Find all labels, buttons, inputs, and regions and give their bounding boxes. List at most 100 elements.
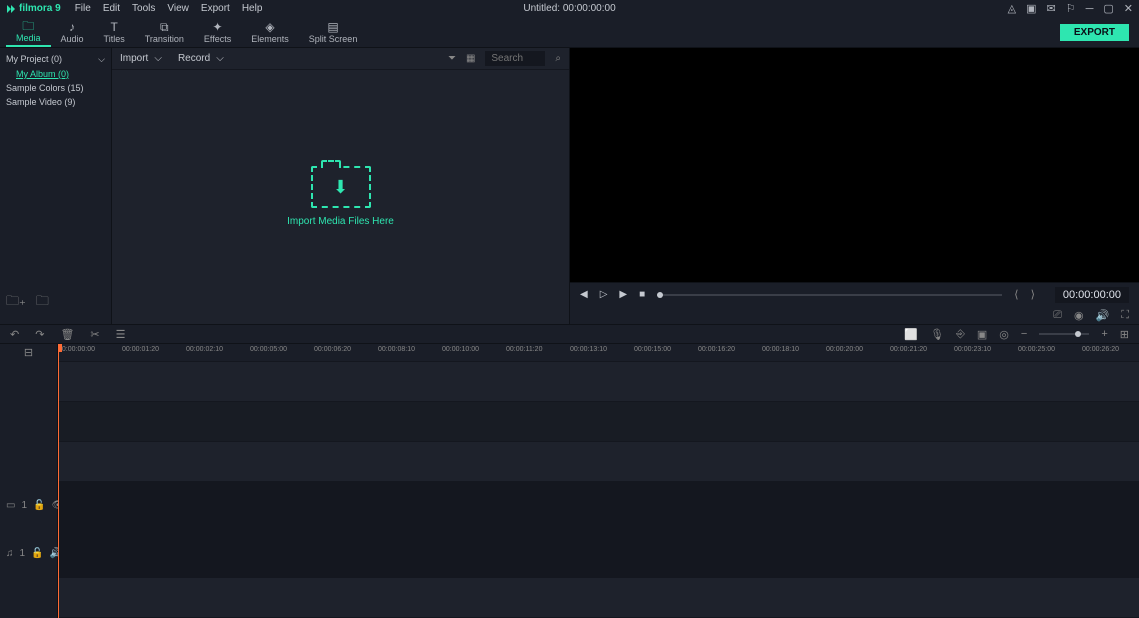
ruler-mark: 00:00:10:00	[442, 346, 479, 353]
ruler-mark: 00:00:18:10	[762, 346, 799, 353]
menu-view[interactable]: View	[167, 3, 189, 14]
menu-file[interactable]: File	[75, 3, 91, 14]
user-icon[interactable]: ◬	[1008, 2, 1016, 15]
tree-my-album[interactable]: My Album (0)	[6, 67, 105, 81]
close-icon[interactable]: ✕	[1124, 2, 1133, 15]
message-icon[interactable]: ▣	[1026, 2, 1036, 15]
preview-controls: ◀ ▷ ▶ ■ ⟨ ⟩ 00:00:00:00	[570, 282, 1139, 306]
timeline-video-track[interactable]	[58, 482, 1139, 530]
add-folder-icon[interactable]: 🗀₊	[6, 292, 26, 314]
timeline-track[interactable]	[58, 362, 1139, 402]
mic-icon[interactable]: 🎙	[930, 328, 944, 341]
mixer-icon[interactable]: ⎆	[956, 328, 965, 341]
timeline-track-headers: ⊟ ▭ 1 🔓 👁 ♫ 1 🔓 🔊	[0, 344, 58, 618]
bracket-left-icon[interactable]: ⟨	[1014, 288, 1018, 301]
minimize-icon[interactable]: ─	[1086, 3, 1094, 15]
delete-icon[interactable]: 🗑	[60, 328, 74, 341]
fullscreen-icon[interactable]: ⛶	[1121, 309, 1129, 322]
zoom-handle[interactable]	[1075, 331, 1081, 337]
tree-sample-colors[interactable]: Sample Colors (15)	[6, 81, 105, 95]
timeline-audio-track[interactable]	[58, 530, 1139, 578]
grid-view-icon[interactable]: ▦	[466, 53, 475, 64]
video-track-header[interactable]: ▭ 1 🔓 👁	[0, 482, 57, 530]
search-input[interactable]	[485, 51, 545, 66]
tab-elements[interactable]: ◈ Elements	[241, 18, 299, 47]
search-icon[interactable]: ⌕	[555, 53, 561, 64]
undo-icon[interactable]: ↶	[10, 328, 19, 341]
audio-track-header[interactable]: ♫ 1 🔓 🔊	[0, 530, 57, 578]
zoom-slider[interactable]	[1039, 333, 1089, 335]
folder-icon[interactable]: 🗀	[36, 292, 49, 314]
zoom-out-icon[interactable]: −	[1021, 328, 1027, 340]
document-title: Untitled: 00:00:00:00	[523, 3, 615, 14]
tab-audio[interactable]: ♪ Audio	[51, 18, 94, 47]
menu-edit[interactable]: Edit	[103, 3, 120, 14]
timeline-tracks-area[interactable]: 00:00:00:0000:00:01:2000:00:02:1000:00:0…	[58, 344, 1139, 618]
tree-my-project[interactable]: My Project (0) ⌵	[6, 52, 105, 67]
tab-media[interactable]: 🗀 Media	[6, 18, 51, 47]
target-icon[interactable]: ◎	[999, 328, 1009, 341]
notification-icon[interactable]: ⚐	[1066, 2, 1076, 15]
quality-icon[interactable]: ⎚	[1053, 309, 1062, 322]
project-sidebar: My Project (0) ⌵ My Album (0) Sample Col…	[0, 48, 112, 324]
timeline-track[interactable]	[58, 402, 1139, 442]
media-panel: Import ⌵ Record ⌵ ⏷ ▦ ⌕ ⬇ Import Media F…	[112, 48, 570, 324]
mail-icon[interactable]: ✉	[1046, 2, 1055, 15]
record-dropdown[interactable]: Record ⌵	[178, 53, 224, 64]
cut-icon[interactable]: ✂	[90, 328, 99, 341]
maximize-icon[interactable]: ▢	[1103, 2, 1113, 15]
menu-help[interactable]: Help	[242, 3, 263, 14]
audio-track-icon: ♫	[6, 548, 14, 559]
timeline: ⊟ ▭ 1 🔓 👁 ♫ 1 🔓 🔊 00:00:00:0000:00:01:20…	[0, 344, 1139, 618]
edit-icon[interactable]: ☰	[116, 328, 126, 341]
preview-video-area[interactable]	[570, 48, 1139, 282]
progress-handle[interactable]	[657, 292, 663, 298]
lock-icon[interactable]: 🔓	[31, 548, 43, 559]
filter-icon[interactable]: ⏷	[448, 53, 456, 64]
snapshot-icon[interactable]: ◉	[1074, 309, 1084, 322]
timeline-toolbar: ↶ ↷ 🗑 ✂ ☰ ⬜ 🎙 ⎆ ▣ ◎ − + ⊞	[0, 324, 1139, 344]
tab-titles[interactable]: T Titles	[94, 18, 135, 47]
menu-tools[interactable]: Tools	[132, 3, 155, 14]
menu-export[interactable]: Export	[201, 3, 230, 14]
prev-frame-icon[interactable]: ◀	[580, 289, 588, 300]
tree-sample-video[interactable]: Sample Video (9)	[6, 95, 105, 109]
tab-transition[interactable]: ⧉ Transition	[135, 18, 194, 47]
zoom-in-icon[interactable]: +	[1101, 328, 1107, 340]
zoom-fit-icon[interactable]: ⊞	[1120, 328, 1129, 341]
volume-icon[interactable]: 🔊	[1096, 309, 1110, 322]
lock-icon[interactable]: 🔓	[33, 500, 45, 511]
download-arrow-icon: ⬇	[333, 177, 348, 198]
media-drop-zone[interactable]: ⬇ Import Media Files Here	[112, 70, 569, 324]
manage-tracks-icon[interactable]: ⊟	[0, 344, 57, 362]
tab-group: 🗀 Media ♪ Audio T Titles ⧉ Transition ✦ …	[6, 18, 367, 47]
chevron-down-icon: ⌵	[98, 54, 105, 65]
ruler-mark: 00:00:25:00	[1018, 346, 1055, 353]
play-icon[interactable]: ▷	[600, 289, 608, 300]
drop-text: Import Media Files Here	[287, 216, 394, 227]
stop-icon[interactable]: ■	[639, 289, 645, 300]
ruler-mark: 00:00:23:10	[954, 346, 991, 353]
ruler-mark: 00:00:01:20	[122, 346, 159, 353]
bracket-right-icon[interactable]: ⟩	[1031, 288, 1035, 301]
marker-icon[interactable]: ⬜	[904, 328, 918, 341]
sidebar-bottom-actions: 🗀₊ 🗀	[6, 292, 105, 320]
timeline-track[interactable]	[58, 578, 1139, 618]
redo-icon[interactable]: ↷	[35, 328, 44, 341]
playhead[interactable]	[58, 344, 59, 618]
folder-icon: 🗀	[22, 20, 34, 32]
timeline-track[interactable]	[58, 442, 1139, 482]
progress-bar[interactable]	[657, 294, 1002, 296]
next-frame-icon[interactable]: ▶	[619, 289, 627, 300]
drop-box-icon: ⬇	[311, 166, 371, 208]
app-logo: filmora 9	[6, 3, 61, 14]
tab-effects[interactable]: ✦ Effects	[194, 18, 241, 47]
preview-bottom-bar: ⎚ ◉ 🔊 ⛶	[570, 306, 1139, 324]
tab-split-screen[interactable]: ▤ Split Screen	[299, 18, 368, 47]
export-button[interactable]: EXPORT	[1060, 24, 1129, 41]
render-icon[interactable]: ▣	[977, 328, 987, 341]
import-dropdown[interactable]: Import ⌵	[120, 53, 162, 64]
ruler-mark: 00:00:15:00	[634, 346, 671, 353]
menu-bar: filmora 9 File Edit Tools View Export He…	[0, 0, 1139, 18]
timeline-ruler[interactable]: 00:00:00:0000:00:01:2000:00:02:1000:00:0…	[58, 344, 1139, 362]
